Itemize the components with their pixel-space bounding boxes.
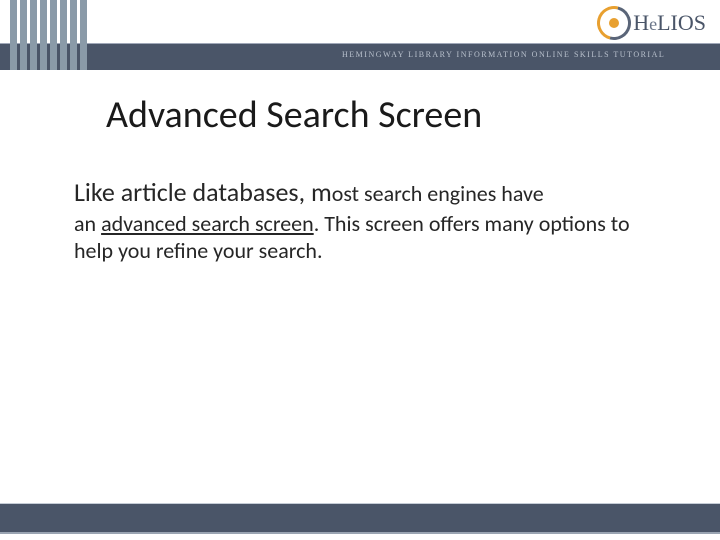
body-lead: Like article databases, m [74, 176, 332, 208]
footer-bar [0, 504, 720, 532]
slide-body: Like article databases, most search engi… [74, 176, 646, 264]
header-bar: HEMINGWAY LIBRARY INFORMATION ONLINE SKI… [0, 0, 720, 70]
body-rest: ost search engines have [332, 180, 544, 207]
logo: HeLIOS [597, 6, 706, 40]
header-tagline: HEMINGWAY LIBRARY INFORMATION ONLINE SKI… [342, 50, 665, 59]
header-stripes-icon [10, 0, 90, 70]
slide-title: Advanced Search Screen [106, 92, 482, 138]
underlined-term: advanced search screen [101, 210, 314, 237]
body-line2: an advanced search screen. This screen o… [74, 210, 646, 264]
footer-divider-dark [0, 532, 720, 534]
logo-text: HeLIOS [633, 10, 706, 36]
logo-circle-icon [597, 6, 631, 40]
